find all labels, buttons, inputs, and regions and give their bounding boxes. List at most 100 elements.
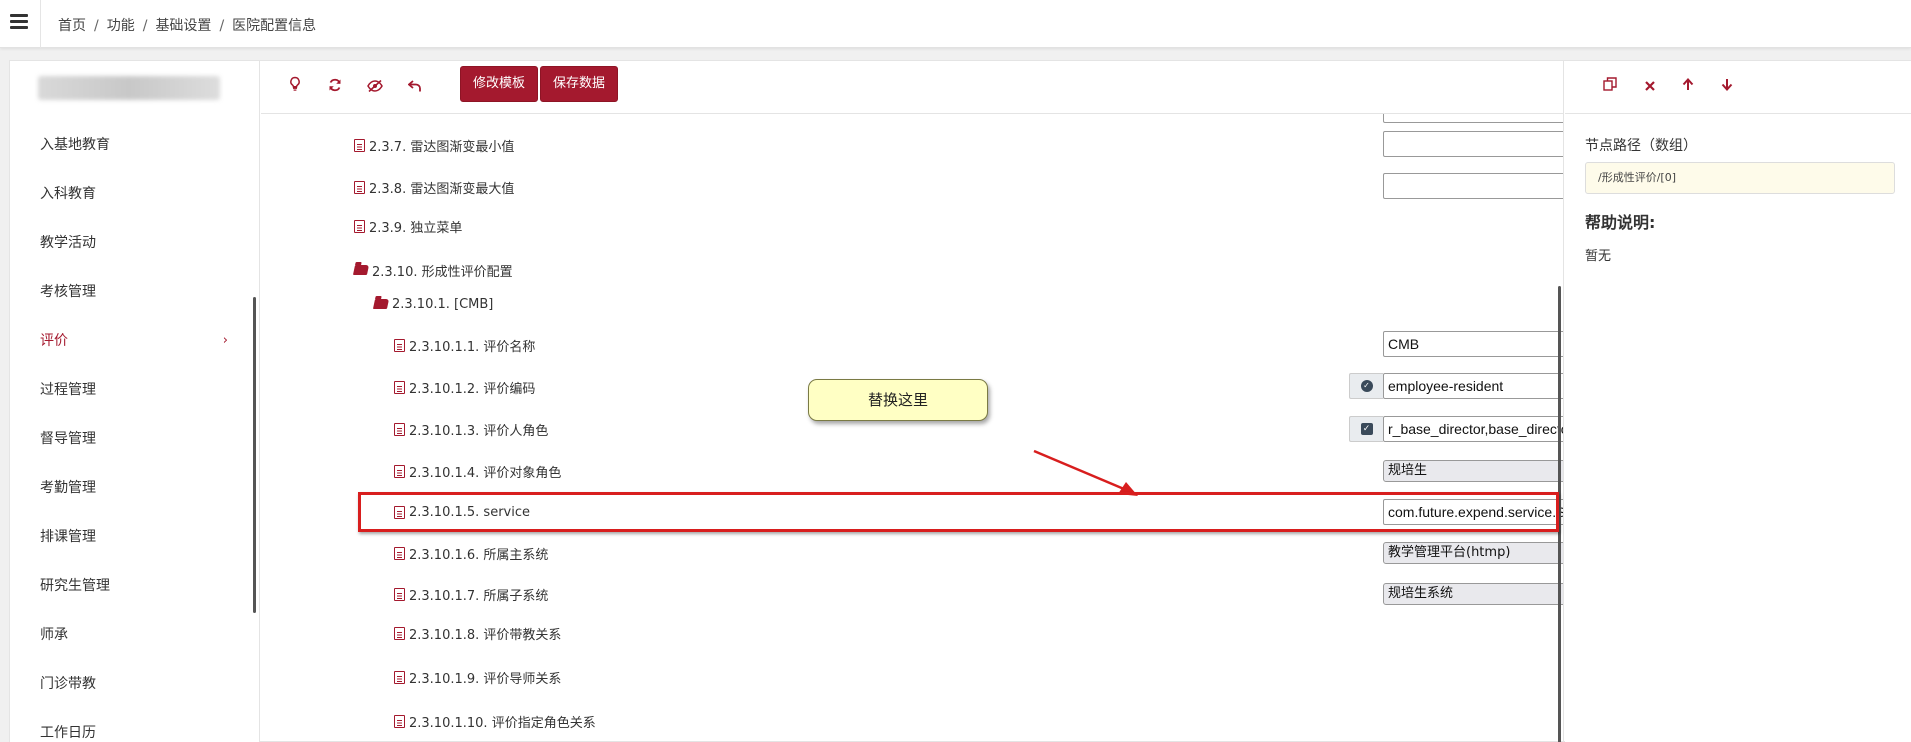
evaluator-role-addon[interactable]: ✓	[1349, 416, 1383, 442]
content-scrollbar[interactable]	[1558, 286, 1561, 742]
help-text: 暂无	[1585, 249, 1612, 264]
main-system-select[interactable]: 教学管理平台(htmp)⌄	[1383, 542, 1563, 564]
tree-node-cmb[interactable]: 2.3.10.1. [CMB]	[372, 294, 494, 314]
move-down-icon[interactable]	[1714, 74, 1740, 100]
sidebar-item-label: 入基地教育	[40, 137, 110, 153]
tree-node-standalone-menu[interactable]: 2.3.9. 独立菜单	[354, 216, 462, 236]
radar-max-input[interactable]	[1383, 173, 1563, 199]
select-value: 规培生系统	[1388, 586, 1454, 601]
sidebar-item-label: 评价	[40, 333, 68, 349]
tree-node-sub-system[interactable]: 2.3.10.1.7. 所属子系统	[394, 584, 548, 604]
top-divider	[40, 0, 41, 48]
breadcrumb-current: 医院配置信息	[232, 18, 317, 34]
sidebar-item-evaluation[interactable]: 评价 ›	[10, 323, 258, 359]
partial-field[interactable]	[1383, 114, 1563, 123]
sub-system-select[interactable]: 规培生系统⌄	[1383, 583, 1563, 605]
file-icon	[394, 546, 405, 560]
node-path-field[interactable]: /形成性评价/[0]	[1585, 162, 1895, 194]
sidebar-item-label: 考勤管理	[40, 480, 96, 496]
node-label: 2.3.10.1.2. 评价编码	[409, 381, 536, 397]
select-value: 规培生	[1388, 463, 1428, 478]
sidebar-item-label: 师承	[40, 627, 68, 643]
sidebar-item-label: 入科教育	[40, 186, 96, 202]
file-icon	[394, 380, 405, 394]
refresh-icon[interactable]	[321, 74, 349, 100]
file-icon	[394, 670, 405, 684]
move-up-icon[interactable]	[1675, 74, 1701, 100]
evaluator-role-input[interactable]: r_base_director,base_director,base_secre…	[1383, 416, 1563, 442]
org-name-blurred	[38, 76, 220, 100]
sidebar-item-scheduling[interactable]: 排课管理	[10, 519, 258, 555]
eval-name-input[interactable]: CMB	[1383, 331, 1563, 357]
tree-node-evaluator-role[interactable]: 2.3.10.1.3. 评价人角色	[394, 419, 548, 439]
check-circle-icon: ✓	[1360, 380, 1373, 392]
breadcrumb-function[interactable]: 功能	[107, 18, 135, 34]
eye-slash-icon[interactable]	[361, 74, 389, 100]
lightbulb-icon[interactable]	[281, 74, 309, 100]
service-input[interactable]: com.future.expend.service.SHZSYY102.stag…	[1383, 499, 1563, 525]
edit-template-button[interactable]: 修改模板	[460, 66, 539, 102]
sidebar-item-label: 门诊带教	[40, 676, 96, 692]
eval-code-addon[interactable]: ✓	[1349, 373, 1383, 399]
node-label: 2.3.10.1.4. 评价对象角色	[409, 465, 562, 481]
node-label: 2.3.10.1.6. 所属主系统	[409, 547, 549, 563]
breadcrumb-basic-settings[interactable]: 基础设置	[155, 18, 211, 34]
content-toolbar: 修改模板 保存数据	[261, 61, 1563, 114]
tree-node-role-relation[interactable]: 2.3.10.1.10. 评价指定角色关系	[394, 711, 596, 731]
tree-node-radar-min[interactable]: 2.3.7. 雷达图渐变最小值	[354, 135, 514, 155]
sidebar-item-entry-education[interactable]: 入基地教育	[10, 127, 258, 163]
node-label: 2.3.10.1. [CMB]	[392, 296, 494, 312]
tree-node-main-system[interactable]: 2.3.10.1.6. 所属主系统	[394, 543, 548, 563]
tree-node-teaching-relation[interactable]: 2.3.10.1.8. 评价带教关系	[394, 623, 561, 643]
copy-icon[interactable]	[1597, 74, 1623, 100]
sidebar-item-dept-education[interactable]: 入科教育	[10, 176, 258, 212]
node-label: 2.3.10.1.7. 所属子系统	[409, 588, 549, 604]
eval-code-input[interactable]: employee-resident	[1383, 373, 1563, 399]
tree-node-target-role[interactable]: 2.3.10.1.4. 评价对象角色	[394, 461, 561, 481]
property-toolbar	[1565, 61, 1911, 114]
undo-icon[interactable]	[401, 74, 429, 100]
file-icon	[394, 464, 405, 478]
sidebar-item-attendance[interactable]: 考勤管理	[10, 470, 258, 506]
node-label: 2.3.10. 形成性评价配置	[372, 264, 513, 280]
sidebar-scrollbar[interactable]	[253, 297, 256, 613]
sidebar-item-process-management[interactable]: 过程管理	[10, 372, 258, 408]
top-bar: 首页 / 功能 / 基础设置 / 医院配置信息	[0, 0, 1911, 48]
chevron-right-icon: ›	[222, 333, 228, 348]
sidebar-item-teaching-activity[interactable]: 教学活动	[10, 225, 258, 261]
tree-node-service[interactable]: 2.3.10.1.5. service	[394, 502, 530, 522]
sidebar-item-supervision[interactable]: 督导管理	[10, 421, 258, 457]
annotation-arrow	[1033, 449, 1138, 496]
sidebar: 入基地教育 入科教育 教学活动 考核管理 评价 › 过程管理 督导管理 考勤管理 …	[10, 61, 260, 742]
save-data-button[interactable]: 保存数据	[540, 66, 619, 102]
radar-min-input[interactable]	[1383, 131, 1563, 157]
check-square-icon: ✓	[1360, 423, 1373, 435]
tree-node-eval-name[interactable]: 2.3.10.1.1. 评价名称	[394, 335, 535, 355]
tree-node-radar-max[interactable]: 2.3.8. 雷达图渐变最大值	[354, 177, 514, 197]
menu-toggle-icon[interactable]	[10, 14, 28, 30]
node-label: 2.3.7. 雷达图渐变最小值	[369, 139, 515, 155]
sidebar-item-label: 研究生管理	[40, 578, 110, 594]
breadcrumb-home[interactable]: 首页	[58, 18, 86, 34]
sidebar-item-work-calendar[interactable]: 工作日历	[10, 715, 258, 742]
sidebar-item-graduate[interactable]: 研究生管理	[10, 568, 258, 604]
node-label: 2.3.10.1.1. 评价名称	[409, 339, 536, 355]
tree-node-eval-code[interactable]: 2.3.10.1.2. 评价编码	[394, 377, 535, 397]
node-label: 2.3.10.1.3. 评价人角色	[409, 423, 549, 439]
sidebar-item-label: 排课管理	[40, 529, 96, 545]
sidebar-item-outpatient-teaching[interactable]: 门诊带教	[10, 666, 258, 702]
sidebar-item-label: 考核管理	[40, 284, 96, 300]
file-icon	[394, 505, 405, 519]
file-icon	[354, 180, 365, 194]
node-label: 2.3.10.1.5. service	[409, 504, 530, 520]
tree-node-formative-eval[interactable]: 2.3.10. 形成性评价配置	[352, 260, 513, 280]
help-title: 帮助说明:	[1585, 213, 1656, 232]
folder-open-icon	[372, 299, 390, 309]
sidebar-item-mentorship[interactable]: 师承	[10, 617, 258, 653]
target-role-select[interactable]: 规培生⌄	[1383, 460, 1563, 482]
sidebar-item-exam-management[interactable]: 考核管理	[10, 274, 258, 310]
delete-icon[interactable]	[1637, 74, 1663, 100]
sidebar-item-label: 过程管理	[40, 382, 96, 398]
file-icon	[394, 338, 405, 352]
tree-node-mentor-relation[interactable]: 2.3.10.1.9. 评价导师关系	[394, 667, 561, 687]
